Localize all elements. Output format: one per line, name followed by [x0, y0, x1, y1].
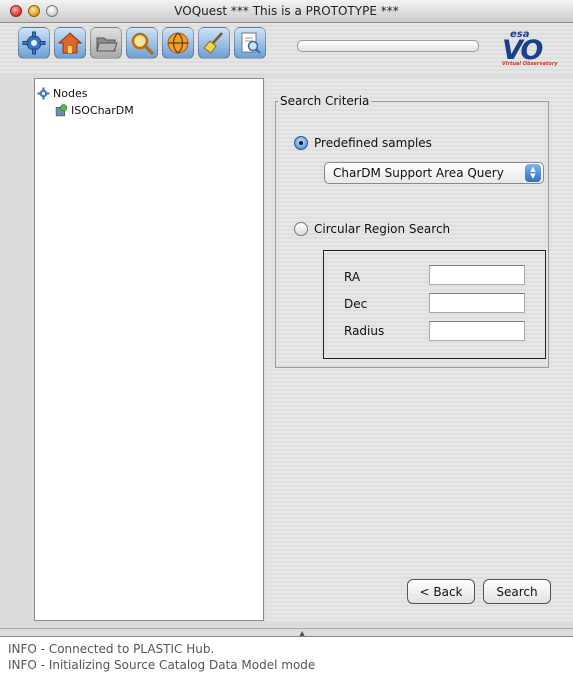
database-icon — [55, 103, 68, 116]
document-search-icon — [241, 32, 261, 54]
toolbar — [0, 23, 573, 73]
load-button[interactable] — [90, 27, 122, 59]
clean-button[interactable] — [198, 27, 230, 59]
predefined-sample-select[interactable]: CharDM Support Area Query ▲ ▼ — [324, 162, 544, 184]
window-title: VOQuest *** This is a PROTOTYPE *** — [174, 4, 399, 18]
split-pane-divider[interactable]: ▲ — [0, 628, 573, 638]
nodes-tree[interactable]: Nodes ISOCharDM — [34, 78, 264, 621]
predefined-samples-radio[interactable]: Predefined samples — [294, 136, 432, 150]
title-bar[interactable]: VOQuest *** This is a PROTOTYPE *** — [0, 0, 573, 23]
log-line: INFO - Initializing Source Catalog Data … — [8, 658, 316, 672]
broom-icon — [203, 32, 223, 54]
esa-vo-logo: esa VO Virtual Observatory — [502, 29, 558, 67]
tree-root-label: Nodes — [53, 86, 88, 100]
tree-node-isochardm[interactable]: ISOCharDM — [55, 102, 134, 118]
radius-input[interactable] — [429, 321, 525, 341]
gear-icon — [22, 31, 46, 55]
log-console: INFO - Connected to PLASTIC Hub. INFO - … — [0, 636, 573, 691]
predefined-sample-value: CharDM Support Area Query — [333, 166, 504, 180]
network-globe-icon — [167, 32, 189, 54]
home-icon — [58, 32, 82, 54]
folder-icon — [96, 37, 118, 52]
search-button[interactable]: Search — [483, 579, 551, 604]
connect-button[interactable] — [162, 27, 194, 59]
ra-label: RA — [344, 270, 361, 284]
home-button[interactable] — [54, 27, 86, 59]
circular-region-label: Circular Region Search — [314, 222, 451, 236]
predefined-samples-label: Predefined samples — [314, 136, 432, 150]
dec-label: Dec — [344, 297, 368, 311]
dec-input[interactable] — [429, 293, 525, 313]
up-down-arrows-icon: ▲ ▼ — [525, 164, 541, 182]
settings-button[interactable] — [18, 27, 50, 59]
ra-input[interactable] — [429, 265, 525, 285]
radio-unchecked-icon[interactable] — [294, 222, 308, 236]
radius-label: Radius — [344, 324, 385, 338]
circular-region-radio[interactable]: Circular Region Search — [294, 222, 450, 236]
magnifier-icon — [131, 32, 154, 55]
search-tool-button[interactable] — [126, 27, 158, 59]
analyze-button[interactable] — [234, 27, 266, 59]
radio-checked-icon[interactable] — [294, 136, 308, 150]
back-button[interactable]: < Back — [407, 579, 475, 604]
tree-root-node[interactable]: Nodes — [37, 85, 87, 101]
gear-icon — [37, 87, 50, 99]
log-line: INFO - Connected to PLASTIC Hub. — [8, 642, 215, 656]
progress-bar — [297, 40, 479, 52]
tree-node-label: ISOCharDM — [71, 103, 134, 117]
search-criteria-legend: Search Criteria — [278, 94, 372, 108]
